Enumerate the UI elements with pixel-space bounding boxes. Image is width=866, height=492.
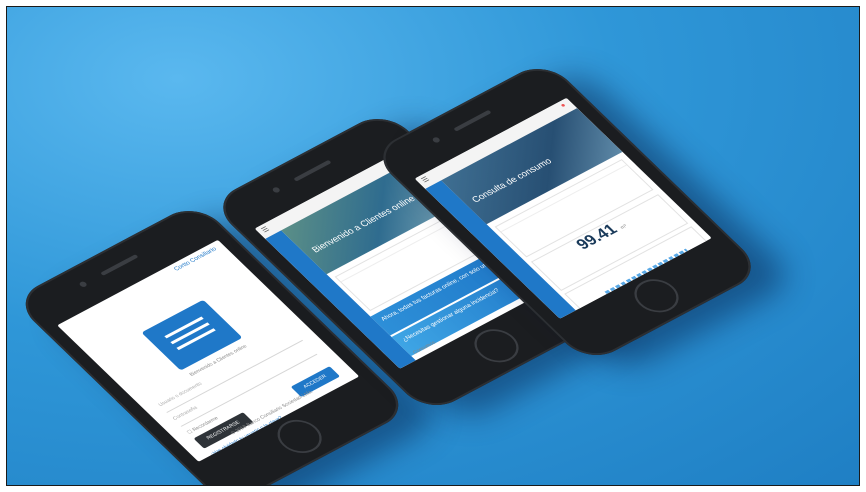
home-button[interactable] xyxy=(268,413,331,460)
hero-title: Consulta de consumo xyxy=(469,156,554,205)
notification-icon[interactable]: ● xyxy=(559,102,568,109)
home-button[interactable] xyxy=(625,272,688,319)
mockup-background: Cortto Consiliario Bienvenido a Clientes… xyxy=(6,6,860,486)
camera xyxy=(78,280,89,288)
reading-unit: m³ xyxy=(619,223,629,231)
camera xyxy=(271,186,282,194)
company-logo xyxy=(141,299,243,371)
speaker xyxy=(293,159,332,182)
speaker xyxy=(100,254,139,276)
menu-icon[interactable]: ☰ xyxy=(420,175,431,184)
home-button[interactable] xyxy=(465,322,528,369)
speaker xyxy=(453,109,492,132)
camera xyxy=(431,136,442,144)
menu-icon[interactable]: ☰ xyxy=(260,225,271,234)
